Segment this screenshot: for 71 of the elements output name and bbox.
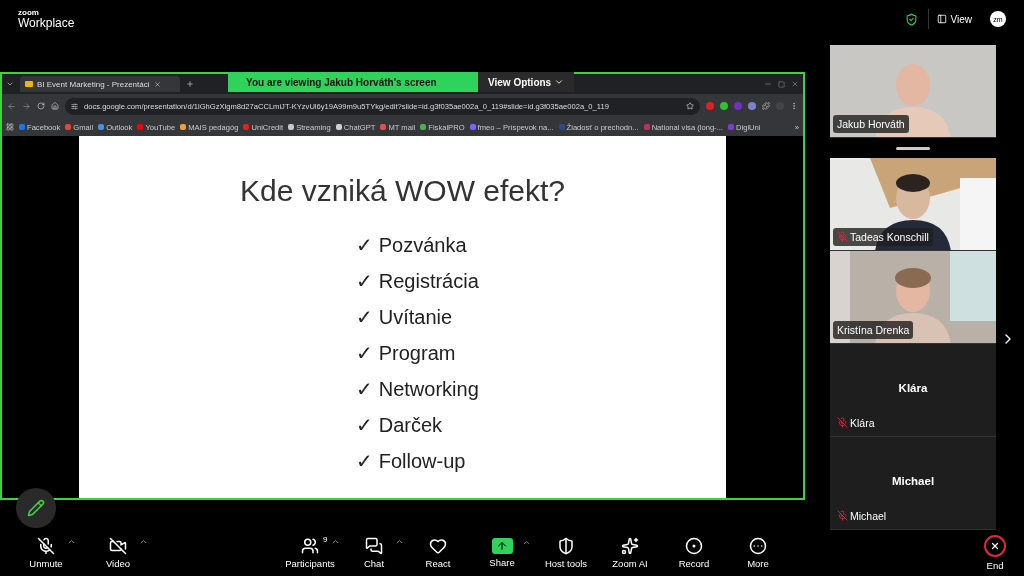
view-options-button[interactable]: View Options xyxy=(478,72,575,92)
toolbar-button[interactable]: Share xyxy=(476,538,528,568)
slide-bullet: ✓ Program xyxy=(356,341,457,366)
name-label: Klára xyxy=(850,416,875,429)
toolbar-button[interactable]: Record xyxy=(668,537,720,569)
share-icon xyxy=(491,538,513,554)
toolbar-button[interactable]: 9 Participants xyxy=(284,537,336,569)
participant-tile[interactable]: Tadeas Konschill xyxy=(830,157,996,251)
toolbar-button[interactable]: Chat xyxy=(348,537,400,569)
name-label: Kristína Drenka xyxy=(837,323,910,336)
drag-handle[interactable] xyxy=(896,147,930,150)
reload-icon[interactable] xyxy=(37,102,45,110)
close-icon[interactable] xyxy=(791,80,799,88)
slide-bullet: ✓ Darček xyxy=(356,413,444,438)
participant-tile[interactable]: Michael Michael xyxy=(830,436,996,530)
caret-icon[interactable] xyxy=(521,538,531,547)
caret-icon[interactable] xyxy=(395,537,404,546)
toolbar-button[interactable]: Host tools xyxy=(540,537,592,569)
home-icon[interactable] xyxy=(51,102,59,110)
caret-icon[interactable] xyxy=(139,537,148,546)
camera-off-icon xyxy=(109,537,127,555)
maximize-icon[interactable] xyxy=(778,80,785,88)
close-icon xyxy=(984,535,1006,557)
slide-bullet: ✓ Registrácia xyxy=(356,269,479,294)
annotate-button[interactable] xyxy=(16,488,56,528)
toolbar-button[interactable]: Unmute xyxy=(20,537,72,569)
toolbar-button[interactable]: Zoom AI xyxy=(604,537,656,569)
sparkle-icon xyxy=(621,537,639,555)
sharing-banner: You are viewing Jakub Horváth's screen xyxy=(228,72,478,92)
panel-icon xyxy=(936,14,947,24)
name-label: Tadeas Konschill xyxy=(850,230,929,243)
extensions-icon[interactable] xyxy=(762,102,770,110)
slide-bullet: ✓ Pozvánka xyxy=(356,233,468,258)
toolbar-button[interactable]: More xyxy=(732,537,784,569)
slide-title: Kde vzniká WOW efekt? xyxy=(239,174,566,208)
people-icon xyxy=(301,537,319,555)
apps-icon[interactable] xyxy=(6,123,14,131)
end-button[interactable]: End xyxy=(978,534,1012,572)
close-tab-icon[interactable] xyxy=(153,80,161,88)
toolbar-button[interactable]: React xyxy=(412,537,464,569)
more-icon xyxy=(749,537,767,555)
participant-count: 9 xyxy=(323,535,328,544)
slide-bullet: ✓ Uvítanie xyxy=(356,305,454,330)
slide-bullet: ✓ Follow-up xyxy=(356,449,467,474)
shield-check-icon[interactable] xyxy=(904,12,918,26)
name-label: Jakub Horváth xyxy=(837,118,905,130)
shield-icon xyxy=(557,537,575,555)
toolbar-button[interactable]: Video xyxy=(92,537,144,569)
view-button[interactable]: View xyxy=(927,9,980,29)
participant-name: Michael xyxy=(890,474,936,487)
tab-list-icon[interactable] xyxy=(6,80,14,88)
microphone-muted-icon xyxy=(37,537,55,555)
forward-icon[interactable] xyxy=(22,101,31,111)
slide-bullet: ✓ Networking xyxy=(356,377,479,402)
pencil-icon xyxy=(27,499,45,517)
participant-name: Klára xyxy=(897,381,929,394)
caret-icon xyxy=(554,77,565,87)
participant-tile[interactable]: Kristína Drenka xyxy=(830,250,996,344)
participant-tile[interactable]: Klára Klára xyxy=(830,343,996,437)
new-tab-icon[interactable] xyxy=(186,80,194,88)
record-icon xyxy=(685,537,703,555)
back-icon[interactable] xyxy=(7,101,16,111)
chat-icon xyxy=(365,537,383,555)
caret-icon[interactable] xyxy=(331,537,340,546)
name-label: Michael xyxy=(850,509,887,522)
zoom-logo: zoom Workplace xyxy=(18,9,75,29)
caret-icon[interactable] xyxy=(67,537,76,546)
browser-tab[interactable]: BI Event Marketing - Prezentáci xyxy=(20,76,180,92)
participant-tile[interactable]: Jakub Horváth xyxy=(830,45,996,138)
menu-icon[interactable] xyxy=(790,102,798,110)
heart-icon xyxy=(429,537,447,555)
